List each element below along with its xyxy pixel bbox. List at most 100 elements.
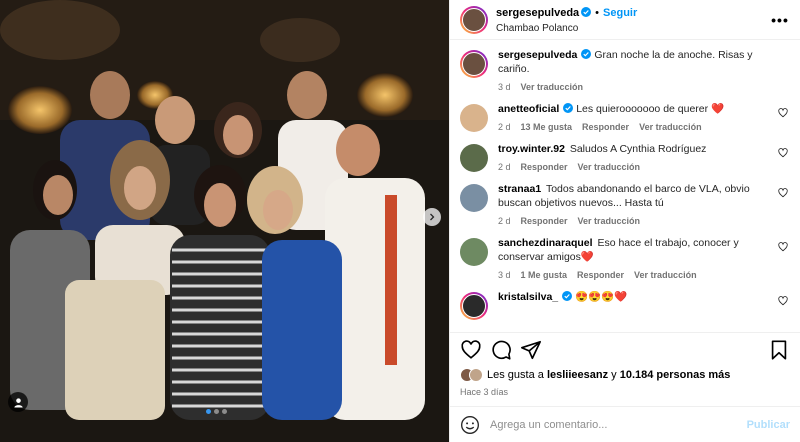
heart-icon[interactable] bbox=[778, 296, 788, 306]
caption-time[interactable]: 3 d bbox=[498, 82, 511, 92]
comment-icon[interactable] bbox=[490, 339, 512, 361]
comment-username[interactable]: anetteoficial bbox=[498, 103, 559, 115]
caption-avatar[interactable] bbox=[460, 50, 488, 78]
reply-button[interactable]: Responder bbox=[521, 162, 568, 172]
group-photo bbox=[0, 0, 449, 442]
heart-icon[interactable] bbox=[460, 339, 482, 361]
carousel-dot bbox=[214, 409, 219, 414]
comment-avatar[interactable] bbox=[460, 144, 488, 172]
comment-text-line: troy.winter.92 Saludos A Cynthia Rodrígu… bbox=[498, 142, 770, 156]
author-username[interactable]: sergesepulveda bbox=[496, 7, 579, 19]
comment-body: stranaa1 Todos abandonando el barco de V… bbox=[498, 182, 788, 226]
caption-translate-button[interactable]: Ver traducción bbox=[521, 82, 584, 92]
carousel-dot-active bbox=[206, 409, 211, 414]
carousel-dot bbox=[222, 409, 227, 414]
comment-avatar[interactable] bbox=[460, 184, 488, 212]
post-side-panel: sergesepulveda • Seguir Chambao Polanco ••… bbox=[449, 0, 800, 442]
comment-time[interactable]: 2 d bbox=[498, 122, 511, 132]
heart-icon[interactable] bbox=[778, 188, 788, 198]
tagged-users-button[interactable] bbox=[8, 392, 28, 412]
comment-body: troy.winter.92 Saludos A Cynthia Rodrígu… bbox=[498, 142, 788, 172]
comment-meta: 2 d Responder Ver traducción bbox=[498, 216, 770, 226]
caption-item: sergesepulveda Gran noche la de anoche. … bbox=[460, 48, 788, 92]
comment-body: sanchezdinaraquel Eso hace el trabajo, c… bbox=[498, 236, 788, 280]
comment-avatar[interactable] bbox=[460, 238, 488, 266]
verified-badge-icon bbox=[562, 291, 573, 301]
comment-item: troy.winter.92 Saludos A Cynthia Rodrígu… bbox=[460, 142, 788, 172]
post-location[interactable]: Chambao Polanco bbox=[496, 21, 772, 36]
comment-likes[interactable]: 13 Me gusta bbox=[521, 122, 573, 132]
post-actions bbox=[450, 332, 800, 366]
comment-item: kristalsilva_ 😍😍😍❤️ bbox=[460, 290, 788, 320]
comment-avatar[interactable] bbox=[460, 292, 488, 320]
verified-badge-icon bbox=[563, 103, 574, 113]
next-slide-button[interactable] bbox=[423, 208, 441, 226]
chevron-right-icon bbox=[430, 213, 435, 221]
comment-text: Les quierooooooo de querer ❤️ bbox=[576, 103, 725, 115]
likes-text: Les gusta a lesliieesanz y 10.184 person… bbox=[487, 369, 730, 381]
comment-body: anetteoficial Les quierooooooo de querer… bbox=[498, 102, 788, 132]
comments-list: sergesepulveda Gran noche la de anoche. … bbox=[450, 40, 800, 332]
liker-username[interactable]: lesliieesanz bbox=[547, 369, 608, 381]
author-avatar[interactable] bbox=[460, 5, 488, 34]
comment-meta: 2 d Responder Ver traducción bbox=[498, 162, 770, 172]
translate-button[interactable]: Ver traducción bbox=[639, 122, 702, 132]
comment-text-line: sanchezdinaraquel Eso hace el trabajo, c… bbox=[498, 236, 770, 264]
verified-badge-icon bbox=[581, 6, 592, 17]
comment-avatar[interactable] bbox=[460, 104, 488, 132]
comment-text: 😍😍😍❤️ bbox=[575, 291, 628, 303]
comment-time[interactable]: 2 d bbox=[498, 216, 511, 226]
translate-button[interactable]: Ver traducción bbox=[578, 162, 641, 172]
comment-time[interactable]: 2 d bbox=[498, 162, 511, 172]
bookmark-icon[interactable] bbox=[768, 339, 790, 361]
comment-likes[interactable]: 1 Me gusta bbox=[521, 270, 568, 280]
liker-avatar bbox=[469, 368, 483, 382]
post-media[interactable] bbox=[0, 0, 449, 442]
likes-middle: y bbox=[608, 369, 620, 381]
reply-button[interactable]: Responder bbox=[577, 270, 624, 280]
comment-username[interactable]: stranaa1 bbox=[498, 183, 541, 195]
user-tag-icon bbox=[13, 397, 23, 408]
comment-input[interactable] bbox=[490, 418, 747, 431]
emoji-icon[interactable] bbox=[460, 415, 480, 435]
comment-text-line: kristalsilva_ 😍😍😍❤️ bbox=[498, 290, 770, 304]
reply-button[interactable]: Responder bbox=[582, 122, 629, 132]
likes-prefix: Les gusta a bbox=[487, 369, 547, 381]
caption-text-line: sergesepulveda Gran noche la de anoche. … bbox=[498, 48, 770, 76]
post-viewer: sergesepulveda • Seguir Chambao Polanco ••… bbox=[0, 0, 800, 442]
caption-body: sergesepulveda Gran noche la de anoche. … bbox=[498, 48, 788, 92]
likes-summary: Les gusta a lesliieesanz y 10.184 person… bbox=[450, 366, 800, 384]
post-date[interactable]: Hace 3 días bbox=[450, 384, 800, 400]
comment-composer: Publicar bbox=[450, 406, 800, 442]
heart-icon[interactable] bbox=[778, 242, 788, 252]
comment-item: anetteoficial Les quierooooooo de querer… bbox=[460, 102, 788, 132]
publish-button[interactable]: Publicar bbox=[747, 419, 790, 431]
comment-body: kristalsilva_ 😍😍😍❤️ bbox=[498, 290, 788, 304]
likes-count[interactable]: 10.184 personas más bbox=[620, 369, 731, 381]
comment-item: stranaa1 Todos abandonando el barco de V… bbox=[460, 182, 788, 226]
verified-badge-icon bbox=[581, 49, 592, 59]
separator-dot: • bbox=[595, 6, 600, 19]
comment-text-line: anetteoficial Les quierooooooo de querer… bbox=[498, 102, 770, 116]
comment-username[interactable]: kristalsilva_ bbox=[498, 291, 558, 303]
comment-username[interactable]: sanchezdinaraquel bbox=[498, 237, 593, 249]
caption-meta: 3 d Ver traducción bbox=[498, 82, 770, 92]
comment-text: Saludos A Cynthia Rodríguez bbox=[569, 143, 707, 155]
carousel-indicator bbox=[206, 409, 227, 414]
more-icon[interactable]: ••• bbox=[771, 12, 788, 28]
heart-icon[interactable] bbox=[778, 108, 788, 118]
comment-text-line: stranaa1 Todos abandonando el barco de V… bbox=[498, 182, 770, 210]
comment-username[interactable]: troy.winter.92 bbox=[498, 143, 565, 155]
translate-button[interactable]: Ver traducción bbox=[578, 216, 641, 226]
caption-username[interactable]: sergesepulveda bbox=[498, 49, 577, 61]
reply-button[interactable]: Responder bbox=[521, 216, 568, 226]
comment-meta: 2 d 13 Me gusta Responder Ver traducción bbox=[498, 122, 770, 132]
comment-meta: 3 d 1 Me gusta Responder Ver traducción bbox=[498, 270, 770, 280]
share-icon[interactable] bbox=[520, 339, 542, 361]
follow-button[interactable]: Seguir bbox=[603, 7, 637, 19]
comment-time[interactable]: 3 d bbox=[498, 270, 511, 280]
author-info: sergesepulveda • Seguir Chambao Polanco bbox=[496, 4, 772, 36]
translate-button[interactable]: Ver traducción bbox=[634, 270, 697, 280]
heart-icon[interactable] bbox=[778, 148, 788, 158]
comment-item: sanchezdinaraquel Eso hace el trabajo, c… bbox=[460, 236, 788, 280]
